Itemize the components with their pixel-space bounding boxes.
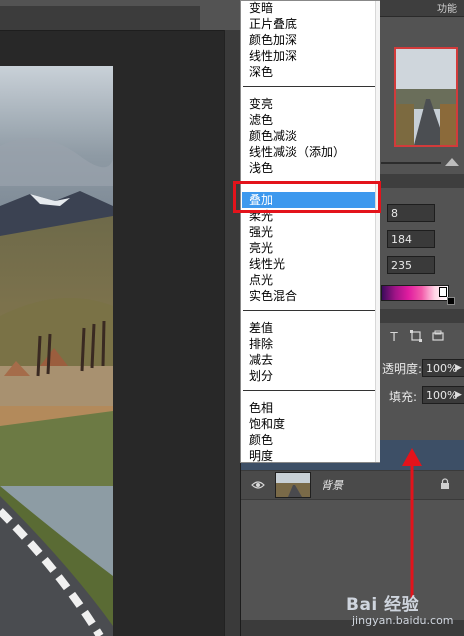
layer-name[interactable]: 背景 (321, 477, 343, 493)
blend-mode-item[interactable]: 颜色 (249, 432, 273, 448)
document-canvas-area[interactable] (0, 0, 241, 636)
canvas-vertical-scrollbar[interactable] (224, 30, 241, 636)
blend-mode-item[interactable]: 实色混合 (249, 288, 297, 304)
watermark-site: jingyan.baidu.com (352, 614, 454, 627)
lock-icon (441, 478, 449, 489)
watermark-brand: Bai 经验 (346, 595, 420, 615)
menu-scrollbar[interactable] (375, 1, 380, 462)
blend-mode-item[interactable]: 明度 (249, 448, 273, 464)
annotation-highlight-box (233, 181, 381, 213)
menu-separator (243, 390, 377, 391)
zoom-slider-track (381, 162, 441, 164)
document-tab[interactable] (0, 6, 200, 30)
fill-label: 填充: (389, 390, 418, 404)
zoom-slider[interactable] (381, 158, 461, 168)
blend-mode-item[interactable]: 点光 (249, 272, 273, 288)
document-tab-strip (0, 0, 240, 31)
layer-thumbnail-image (276, 473, 310, 497)
blend-mode-item[interactable]: 变暗 (249, 0, 273, 16)
blend-mode-item[interactable]: 线性光 (249, 256, 285, 272)
blend-mode-item[interactable]: 颜色减淡 (249, 128, 297, 144)
photo-illustration (0, 66, 113, 636)
color-b-value[interactable]: 235 (387, 256, 435, 274)
black-swatch[interactable] (447, 297, 455, 305)
fill-dropdown-icon[interactable]: ▶ (455, 386, 463, 404)
blend-mode-item[interactable]: 排除 (249, 336, 273, 352)
menu-separator (243, 86, 377, 87)
blend-mode-item[interactable]: 线性减淡（添加） (249, 144, 345, 160)
eye-icon[interactable] (251, 480, 265, 490)
blend-mode-item[interactable]: 减去 (249, 352, 273, 368)
navigator-preview-image (396, 49, 456, 145)
shape-filter-icon[interactable] (409, 330, 423, 344)
smart-object-filter-icon[interactable] (431, 330, 445, 344)
navigator-thumbnail[interactable] (394, 47, 458, 147)
blend-mode-item[interactable]: 颜色加深 (249, 32, 297, 48)
blend-mode-item[interactable]: 饱和度 (249, 416, 285, 432)
blend-mode-dropdown-menu[interactable]: 变暗 正片叠底 颜色加深 线性加深 深色 变亮 滤色 颜色减淡 线性减淡（添加）… (240, 0, 380, 463)
white-swatch[interactable] (439, 287, 447, 297)
menu-separator (243, 310, 377, 311)
zoom-in-triangle-icon[interactable] (445, 158, 459, 166)
color-g-value[interactable]: 184 (387, 230, 435, 248)
shape-filter-glyph (410, 330, 422, 342)
blend-mode-item[interactable]: 划分 (249, 368, 273, 384)
baidu-jingyan-watermark: Bai 经验 jingyan.baidu.com (346, 590, 464, 634)
blend-mode-item[interactable]: 正片叠底 (249, 16, 297, 32)
blend-mode-item[interactable]: 线性加深 (249, 48, 297, 64)
smart-object-glyph (432, 330, 444, 341)
color-r-value[interactable]: 8 (387, 204, 435, 222)
opacity-label: 透明度: (382, 362, 423, 376)
blend-mode-item[interactable]: 色相 (249, 400, 273, 416)
opacity-dropdown-icon[interactable]: ▶ (455, 359, 463, 377)
blend-mode-item[interactable]: 差值 (249, 320, 273, 336)
layer-thumbnail[interactable] (275, 472, 311, 498)
blend-mode-item[interactable]: 浅色 (249, 160, 273, 176)
blend-mode-item[interactable]: 强光 (249, 224, 273, 240)
annotation-arrow-icon (402, 448, 422, 598)
blend-mode-item[interactable]: 深色 (249, 64, 273, 80)
blend-mode-item[interactable]: 亮光 (249, 240, 273, 256)
blend-mode-item[interactable]: 滤色 (249, 112, 273, 128)
panel-header-text: 功能 (437, 4, 457, 15)
landscape-photo[interactable] (0, 66, 113, 636)
blend-mode-item[interactable]: 变亮 (249, 96, 273, 112)
type-filter-icon[interactable]: T (387, 330, 401, 344)
